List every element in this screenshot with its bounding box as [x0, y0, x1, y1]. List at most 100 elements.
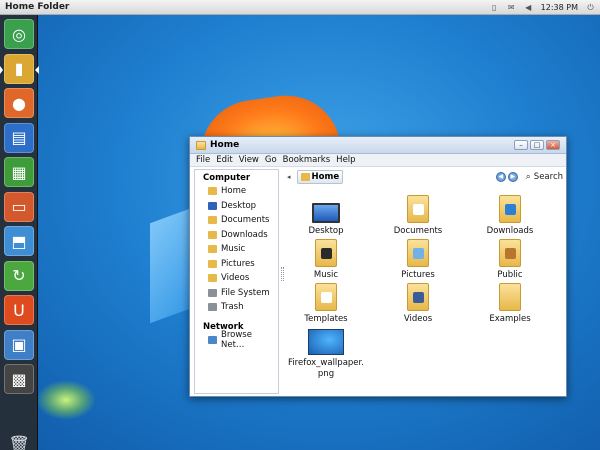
file-item-music[interactable]: Music [286, 237, 366, 280]
maximize-button[interactable]: □ [530, 140, 544, 150]
ubuntu-logo-icon[interactable]: ◎ [4, 19, 34, 49]
writer-icon[interactable]: ▤ [4, 122, 34, 153]
menu-help[interactable]: Help [336, 155, 355, 165]
menu-edit[interactable]: Edit [216, 155, 232, 165]
sidebar-item-desktop[interactable]: Desktop [195, 199, 278, 214]
system-tray: ▯ ✉ ◀ 12:38 PM ⏻ [490, 3, 595, 12]
file-icon-wrap [470, 281, 550, 311]
window-titlebar[interactable]: Home – □ × [190, 137, 566, 154]
launcher-active-indicator [35, 66, 39, 74]
top-panel: Home Folder ▯ ✉ ◀ 12:38 PM ⏻ [0, 0, 600, 15]
folder-badge-icon [413, 292, 424, 303]
file-label: Templates [304, 314, 348, 324]
close-button[interactable]: × [546, 140, 560, 150]
menu-bookmarks[interactable]: Bookmarks [283, 155, 331, 165]
folder-badge-icon [321, 292, 332, 303]
sidebar-item-label: Trash [221, 302, 244, 313]
file-item-templates[interactable]: Templates [286, 281, 366, 324]
sidebar-item-file-system[interactable]: File System [195, 286, 278, 301]
impress-icon[interactable]: ▭ [4, 191, 34, 222]
file-icon-wrap [378, 281, 458, 311]
folder-badge-icon [505, 248, 516, 259]
sidebar-item-label: Videos [221, 273, 250, 284]
folder-icon [499, 283, 521, 311]
breadcrumb-home[interactable]: Home [296, 170, 344, 184]
folder-badge-icon [413, 204, 424, 215]
file-item-desktop[interactable]: Desktop [286, 193, 366, 236]
file-label: Music [313, 270, 339, 280]
sidebar-item-label: Home [221, 186, 247, 197]
file-view: Desktop Documents Downloads Music Pictures Pu… [286, 187, 564, 392]
folder-icon [407, 283, 429, 311]
calc-icon[interactable]: ▦ [4, 157, 34, 187]
file-icon-wrap [378, 193, 458, 223]
volume-icon[interactable]: ◀ [524, 3, 533, 12]
system-settings-icon[interactable]: ▩ [4, 364, 34, 394]
minimize-button[interactable]: – [514, 140, 528, 150]
menu-go[interactable]: Go [265, 155, 277, 165]
videos-icon [208, 274, 217, 283]
ubuntu-one-icon[interactable]: U [4, 295, 34, 325]
menu-file[interactable]: File [196, 155, 210, 165]
forward-arrow-icon[interactable]: ▶ [507, 172, 518, 182]
workspaces-icon[interactable]: ▣ [4, 329, 34, 360]
file-label: Videos [403, 314, 433, 324]
sidebar-item-label: Music [221, 244, 246, 255]
menu-bar: File Edit View Go Bookmarks Help [190, 154, 566, 167]
path-left-arrow-icon[interactable]: ◂ [287, 173, 291, 181]
file-item-pictures[interactable]: Pictures [378, 237, 458, 280]
file-item-firefox-wallpaper-png[interactable]: Firefox_wallpaper.png [286, 325, 366, 380]
sidebar-item-pictures[interactable]: Pictures [195, 257, 278, 272]
power-icon[interactable]: ⏻ [586, 3, 595, 12]
sidebar-item-downloads[interactable]: Downloads [195, 228, 278, 243]
firefox-icon[interactable]: ● [4, 88, 34, 118]
menu-view[interactable]: View [239, 155, 259, 165]
file-item-public[interactable]: Public [470, 237, 550, 280]
back-arrow-icon[interactable]: ◀ [495, 172, 506, 182]
sidebar-item-videos[interactable]: Videos [195, 271, 278, 286]
sidebar-item-home[interactable]: Home [195, 184, 278, 199]
folder-icon [315, 283, 337, 311]
sidebar-item-documents[interactable]: Documents [195, 213, 278, 228]
folder-icon [407, 239, 429, 267]
folder-icon [315, 239, 337, 267]
pictures-icon [208, 259, 217, 268]
pane-splitter[interactable] [281, 267, 284, 281]
search-icon: ⌕ [525, 172, 531, 182]
sidebar-item-trash[interactable]: Trash [195, 300, 278, 315]
trash-icon[interactable]: 🗑 [6, 431, 32, 450]
file-icon-wrap [470, 237, 550, 267]
home-folder-icon[interactable]: ▮ [4, 53, 34, 84]
file-icon-wrap [286, 325, 366, 355]
sidebar-item-music[interactable]: Music [195, 242, 278, 257]
file-item-videos[interactable]: Videos [378, 281, 458, 324]
mail-icon[interactable]: ✉ [507, 3, 516, 12]
battery-icon[interactable]: ▯ [490, 3, 499, 12]
file-icon-wrap [286, 237, 366, 267]
filesystem-icon [208, 288, 217, 297]
launcher-running-indicator [0, 66, 3, 74]
file-item-documents[interactable]: Documents [378, 193, 458, 236]
desktop-icon [208, 201, 217, 210]
folder-icon [499, 239, 521, 267]
sidebar-item-browse-net[interactable]: Browse Net… [195, 329, 278, 350]
folder-badge-icon [413, 248, 424, 259]
software-center-icon[interactable]: ⬒ [4, 226, 34, 256]
panel-app-title: Home Folder [5, 2, 70, 12]
search-button[interactable]: ⌕ Search [526, 172, 563, 182]
file-item-examples[interactable]: Examples [470, 281, 550, 324]
file-item-downloads[interactable]: Downloads [470, 193, 550, 236]
sidebar-item-label: Desktop [221, 200, 257, 211]
file-label: Examples [489, 314, 531, 324]
desktop-monitor-icon [312, 203, 340, 223]
file-icon-wrap [286, 281, 366, 311]
update-manager-icon[interactable]: ↻ [4, 260, 34, 291]
wallpaper-green-glow [36, 380, 96, 420]
file-icon-wrap [286, 193, 366, 223]
file-label: Firefox_wallpaper.png [288, 358, 364, 379]
folder-badge-icon [321, 248, 332, 259]
sidebar-item-label: Browse Net… [220, 329, 252, 350]
file-icon-wrap [378, 237, 458, 267]
clock[interactable]: 12:38 PM [541, 3, 578, 12]
home-folder-icon [300, 173, 310, 181]
